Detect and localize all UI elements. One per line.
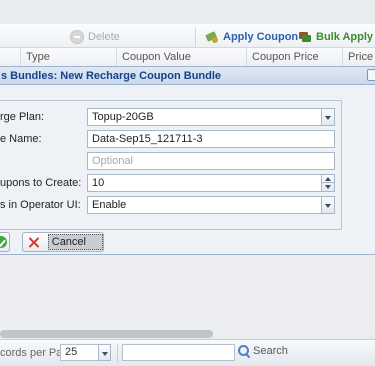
- coupon-icon: [205, 30, 219, 44]
- coupons-to-create-stepper[interactable]: 10: [87, 174, 335, 192]
- dialog-button-bar: Cancel: [0, 232, 375, 254]
- operator-ui-value: Enable: [92, 199, 127, 211]
- column-header[interactable]: Price T: [342, 48, 375, 67]
- toolbar: Delete Apply Coupon Bulk Apply Co: [0, 24, 375, 48]
- close-icon[interactable]: [367, 69, 375, 81]
- bulk-apply-coupon-label: Bulk Apply Co: [316, 31, 375, 43]
- cancel-button[interactable]: Cancel: [22, 232, 104, 252]
- bundle-name-label: e Name:: [0, 133, 42, 145]
- column-header[interactable]: Coupon Price: [246, 48, 342, 67]
- recharge-plan-select[interactable]: Topup-20GB: [87, 108, 335, 126]
- delete-button[interactable]: Delete: [70, 29, 120, 45]
- dialog-title: s Bundles: New Recharge Coupon Bundle: [0, 66, 375, 85]
- chevron-down-icon[interactable]: [321, 109, 334, 125]
- pager-separator: [117, 344, 118, 362]
- delete-label: Delete: [88, 31, 120, 43]
- cancel-label: Cancel: [47, 234, 103, 250]
- spin-down-icon[interactable]: [322, 183, 334, 191]
- checkmark-icon: [0, 236, 7, 248]
- horizontal-scrollbar[interactable]: [0, 330, 213, 338]
- new-recharge-coupon-bundle-dialog: s Bundles: New Recharge Coupon Bundle rg…: [0, 66, 375, 255]
- pager-toolbar: cords per Page 25 Search: [0, 339, 375, 366]
- bundle-name-input[interactable]: Data-Sep15_121711-3: [87, 130, 335, 148]
- apply-coupon-button[interactable]: Apply Coupon: [205, 29, 298, 45]
- coupons-to-create-value: 10: [92, 177, 105, 189]
- chevron-down-icon[interactable]: [321, 197, 334, 213]
- recharge-plan-value: Topup-20GB: [92, 111, 154, 123]
- toolbar-separator: [195, 27, 196, 47]
- chevron-down-icon[interactable]: [98, 344, 111, 361]
- operator-ui-select[interactable]: Enable: [87, 196, 335, 214]
- column-header[interactable]: Coupon Value: [116, 48, 246, 67]
- grid-header: Type Coupon Value Coupon Price Price T: [0, 47, 375, 67]
- records-per-page-select[interactable]: 25: [60, 344, 111, 361]
- apply-coupon-label: Apply Coupon: [223, 31, 299, 43]
- search-icon: [238, 345, 250, 357]
- bulk-coupon-icon: [298, 30, 312, 44]
- spinner: [321, 175, 334, 191]
- close-icon: [28, 237, 32, 248]
- search-label: Search: [253, 345, 288, 357]
- recharge-plan-label: rge Plan:: [0, 111, 45, 123]
- coupons-to-create-label: upons to Create:: [0, 177, 82, 189]
- records-per-page-value: 25: [65, 346, 78, 358]
- search-input[interactable]: [122, 344, 235, 361]
- spin-up-icon[interactable]: [322, 175, 334, 183]
- column-header[interactable]: Type: [20, 48, 116, 67]
- grid-body: [0, 255, 375, 335]
- operator-ui-label: s in Operator UI:: [0, 199, 81, 211]
- save-button[interactable]: [0, 232, 10, 252]
- minus-circle-icon: [70, 30, 84, 44]
- search-button[interactable]: Search: [238, 345, 288, 357]
- bulk-apply-coupon-button[interactable]: Bulk Apply Co: [298, 29, 375, 45]
- description-input[interactable]: Optional: [87, 152, 335, 170]
